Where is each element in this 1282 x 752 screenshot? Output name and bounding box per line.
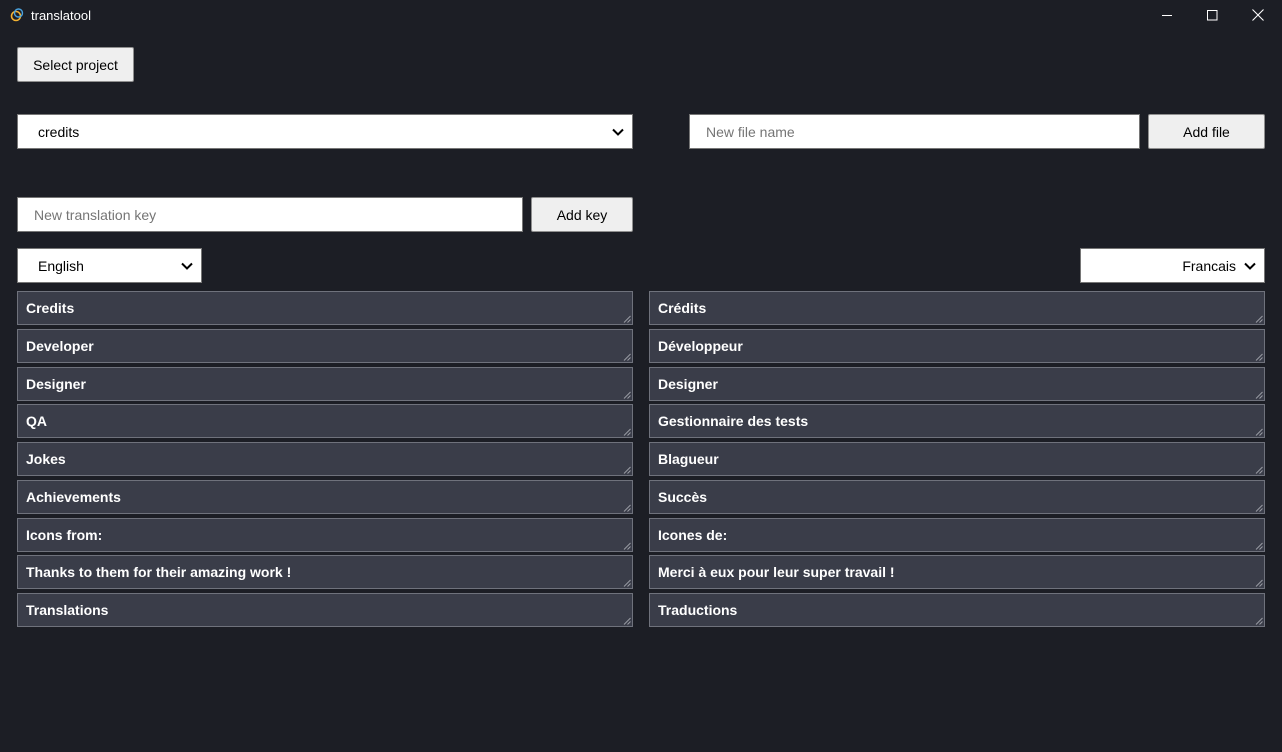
translation-field-en[interactable]: Credits [17, 291, 633, 325]
maximize-icon [1206, 9, 1217, 20]
translation-text: QA [26, 413, 47, 430]
translation-text: Icons from: [26, 526, 103, 543]
maximize-button[interactable] [1189, 0, 1235, 30]
resize-grip-icon [623, 353, 631, 361]
translation-field-fr[interactable]: Développeur [649, 328, 1265, 363]
resize-grip-icon [623, 617, 631, 625]
resize-grip-icon [1255, 391, 1263, 399]
translation-text: Développeur [658, 337, 743, 354]
resize-grip-icon [623, 466, 631, 474]
translation-text: Gestionnaire des tests [658, 413, 809, 430]
right-language-select[interactable]: Francais [1080, 248, 1265, 283]
left-language-select[interactable]: English [17, 248, 202, 283]
translation-field-fr[interactable]: Merci à eux pour leur super travail ! [649, 555, 1265, 590]
chevron-down-icon [181, 262, 193, 270]
translation-field-en[interactable]: Achievements [17, 479, 633, 514]
resize-grip-icon [623, 542, 631, 550]
resize-grip-icon [1255, 466, 1263, 474]
translation-field-fr[interactable]: Gestionnaire des tests [649, 404, 1265, 439]
translation-text: Designer [658, 375, 718, 392]
add-key-button[interactable]: Add key [531, 197, 633, 232]
translation-text: Succès [658, 488, 708, 505]
translation-field-fr[interactable]: Traductions [649, 593, 1265, 627]
translation-text: Translations [26, 602, 109, 618]
resize-grip-icon [1255, 542, 1263, 550]
translation-text: Merci à eux pour leur super travail ! [658, 564, 895, 581]
translation-text: Developer [26, 337, 94, 354]
translation-field-en[interactable]: QA [17, 404, 633, 439]
minimize-icon [1161, 14, 1172, 16]
translation-text: Traductions [658, 602, 738, 618]
right-language-value: Francais [1182, 257, 1236, 274]
translation-text: Achievements [26, 488, 121, 505]
resize-grip-icon [1255, 428, 1263, 437]
translation-text: Crédits [658, 300, 707, 316]
translation-field-fr[interactable]: Icones de: [649, 517, 1265, 552]
resize-grip-icon [1255, 617, 1263, 625]
translation-field-en[interactable]: Developer [17, 328, 633, 363]
resize-grip-icon [623, 504, 631, 512]
translation-field-en[interactable]: Designer [17, 366, 633, 401]
translation-text: Designer [26, 375, 86, 392]
close-icon [1252, 9, 1264, 21]
title-bar: translatool [0, 0, 1282, 30]
translation-text: Blagueur [658, 451, 719, 467]
resize-grip-icon [1255, 315, 1263, 323]
select-project-button[interactable]: Select project [17, 47, 134, 82]
close-button[interactable] [1235, 0, 1281, 30]
resize-grip-icon [1255, 579, 1263, 588]
window-title: translatool [31, 8, 91, 23]
translation-field-en[interactable]: Jokes [17, 442, 633, 476]
resize-grip-icon [623, 391, 631, 399]
resize-grip-icon [623, 579, 631, 588]
translation-field-fr[interactable]: Blagueur [649, 442, 1265, 476]
resize-grip-icon [1255, 353, 1263, 361]
resize-grip-icon [1255, 504, 1263, 512]
translation-field-en[interactable]: Translations [17, 593, 633, 627]
left-language-value: English [38, 257, 84, 274]
new-file-name-input[interactable] [689, 114, 1140, 149]
chevron-down-icon [1244, 262, 1256, 270]
resize-grip-icon [623, 315, 631, 323]
new-translation-key-input[interactable] [17, 197, 523, 232]
translation-text: Thanks to them for their amazing work ! [26, 564, 292, 581]
translation-field-fr[interactable]: Succès [649, 479, 1265, 514]
file-select[interactable]: credits [17, 114, 633, 149]
translation-field-en[interactable]: Icons from: [17, 517, 633, 552]
file-select-value: credits [38, 123, 80, 140]
minimize-button[interactable] [1144, 0, 1190, 30]
add-file-button[interactable]: Add file [1148, 114, 1265, 149]
translation-field-fr[interactable]: Crédits [649, 291, 1265, 325]
translation-text: Credits [26, 300, 75, 316]
translation-text: Icones de: [658, 526, 728, 543]
translation-field-en[interactable]: Thanks to them for their amazing work ! [17, 555, 633, 590]
app-logo-icon [10, 8, 24, 22]
chevron-down-icon [612, 128, 624, 136]
translation-text: Jokes [26, 451, 66, 467]
translation-field-fr[interactable]: Designer [649, 366, 1265, 401]
resize-grip-icon [623, 428, 631, 437]
